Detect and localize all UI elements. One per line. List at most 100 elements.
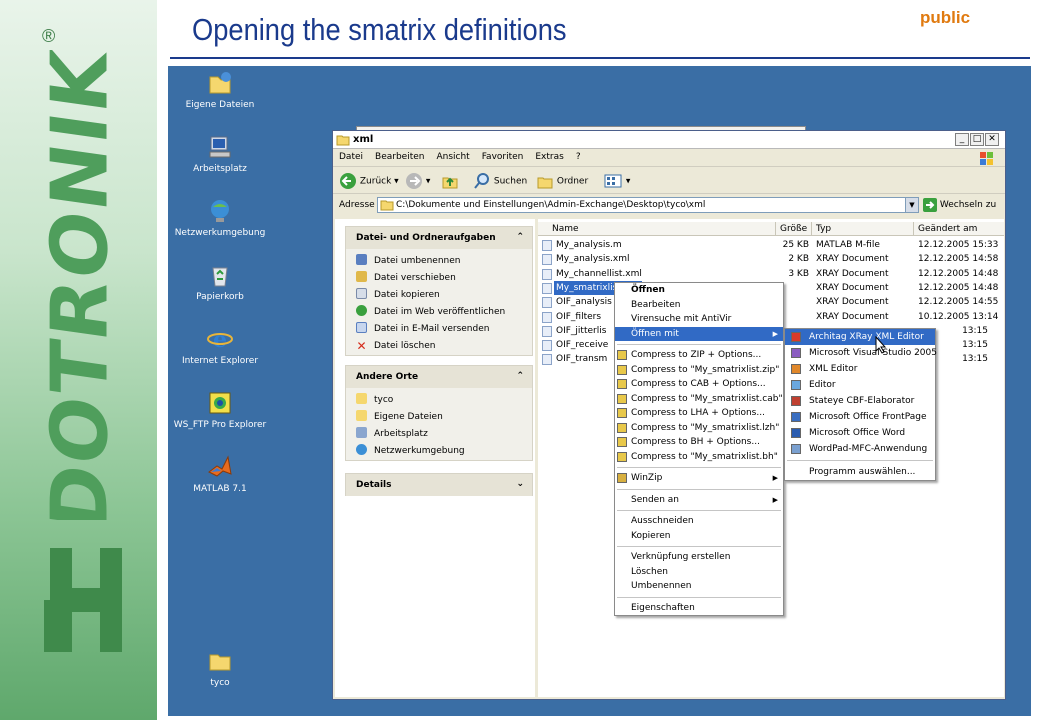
matlab-file-icon [542,240,552,251]
menu-item-label: Eigenschaften [631,602,695,613]
file-row[interactable]: My_channellist.xml 3 KB XRAY Document 12.12… [538,267,1004,281]
up-folder-button[interactable] [441,172,459,190]
menu-item-label: Compress to "My_smatrixlist.cab" [631,393,783,404]
desktop-icon-network[interactable]: Netzwerkumgebung [168,198,275,238]
column-type[interactable]: Typ [812,222,914,236]
column-modified[interactable]: Geändert am [914,222,1004,236]
search-button[interactable]: Suchen [473,172,527,190]
collapse-icon: ⌃ [516,232,524,242]
place-tyco[interactable]: tyco [346,392,532,409]
menu-item[interactable]: Ausschneiden [615,514,783,529]
menu-item[interactable]: WinZip ▶ [615,471,783,486]
file-tasks-header[interactable]: Datei- und Ordneraufgaben ⌃ [346,227,532,249]
folders-button[interactable]: Ordner [536,172,588,190]
task-move[interactable]: Datei verschieben [346,270,532,287]
task-rename[interactable]: Datei umbenennen [346,253,532,270]
menu-item[interactable]: Editor [785,377,935,393]
other-places-header[interactable]: Andere Orte ⌃ [346,366,532,388]
menu-extras[interactable]: Extras [529,149,569,162]
minimize-button[interactable]: _ [955,133,969,146]
desktop-icon-my-documents[interactable]: Eigene Dateien [168,70,275,110]
menu-item[interactable]: Compress to CAB + Options... [615,377,783,392]
menu-item-label: Microsoft Visual Studio 2005 [809,348,937,358]
menu-item-label: Ausschneiden [631,516,694,526]
desktop-icon-tyco[interactable]: tyco [168,648,275,688]
slide-title: Opening the smatrix definitions [192,12,567,47]
menu-item[interactable]: Compress to "My_smatrixlist.lzh" [615,421,783,436]
menu-favoriten[interactable]: Favoriten [476,149,530,162]
frontpage-icon [791,412,801,422]
menu-item[interactable]: Eigenschaften [615,601,783,616]
menu-item[interactable]: Compress to "My_smatrixlist.zip" [615,363,783,378]
menu-item[interactable]: Kopieren [615,529,783,544]
submenu-arrow-icon: ▶ [772,329,778,338]
menu-help[interactable]: ? [570,149,587,162]
column-name[interactable]: Name [538,222,776,236]
menu-item[interactable]: Compress to "My_smatrixlist.bh" [615,450,783,465]
menu-item[interactable]: Umbenennen [615,579,783,594]
place-my-computer[interactable]: Arbeitsplatz [346,426,532,443]
menu-bearbeiten[interactable]: Bearbeiten [369,149,430,162]
menu-item[interactable]: Compress to LHA + Options... [615,406,783,421]
address-input[interactable]: C:\Dokumente und Einstellungen\Admin-Exc… [377,197,919,213]
xml-file-icon [542,254,552,266]
menu-item[interactable]: Öffnen mit ▶ [615,326,783,341]
desktop-icon-label: Internet Explorer [181,356,259,366]
task-publish-web[interactable]: Datei im Web veröffentlichen [346,304,532,321]
maximize-button[interactable]: □ [970,133,984,146]
menu-item[interactable]: Compress to "My_smatrixlist.cab" [615,392,783,407]
menu-item[interactable]: Architag XRay XML Editor [785,329,935,345]
copy-icon [356,288,367,299]
desktop-icon-recycle-bin[interactable]: Papierkorb [168,262,275,302]
menu-item[interactable]: Compress to ZIP + Options... [615,348,783,363]
details-title: Details [356,480,392,490]
menu-item[interactable]: Bearbeiten [615,298,783,313]
task-delete[interactable]: ✕ Datei löschen [346,338,532,355]
xml-file-icon [542,268,552,280]
close-button[interactable]: ✕ [985,133,999,146]
menu-item[interactable]: Senden an ▶ [615,493,783,508]
views-button[interactable]: ▾ [603,172,630,190]
menu-item[interactable]: WordPad-MFC-Anwendung [785,441,935,457]
menu-separator [617,488,781,490]
details-header[interactable]: Details ⌄ [346,474,532,496]
file-modified: 12.12.2005 14:58 [918,254,999,265]
desktop-icon-my-computer[interactable]: Arbeitsplatz [168,134,275,174]
menu-item[interactable]: Stateye CBF-Elaborator [785,393,935,409]
email-icon [356,322,367,333]
menu-item[interactable]: Microsoft Office Word [785,425,935,441]
file-type: XRAY Document [816,268,889,279]
views-icon [604,174,622,188]
file-row[interactable]: My_analysis.m 25 KB MATLAB M-file 12.12.200… [538,238,1004,252]
menu-item[interactable]: Programm auswählen... [785,464,935,480]
folder-icon [336,135,350,146]
address-dropdown-button[interactable]: ▼ [905,198,918,212]
task-copy[interactable]: Datei kopieren [346,287,532,304]
menu-item[interactable]: Löschen [615,565,783,580]
file-modified: 12.12.2005 14:48 [918,268,999,279]
menu-item[interactable]: Microsoft Office FrontPage [785,409,935,425]
desktop-icon-internet-explorer[interactable]: e Internet Explorer [168,326,275,366]
menu-item-label: Compress to CAB + Options... [631,379,766,389]
task-email[interactable]: Datei in E-Mail versenden [346,321,532,338]
place-my-documents[interactable]: Eigene Dateien [346,409,532,426]
desktop-icon-matlab[interactable]: MATLAB 7.1 [168,454,275,494]
menu-item[interactable]: Öffnen [615,283,783,298]
menu-item[interactable]: Compress to BH + Options... [615,435,783,450]
column-size[interactable]: Größe [776,222,812,236]
back-button[interactable]: Zurück ▾ [339,172,399,190]
file-row[interactable]: My_analysis.xml 2 KB XRAY Document 12.12.20… [538,252,1004,266]
go-button[interactable]: Wechseln zu [923,197,996,213]
window-titlebar[interactable]: xml _ □ ✕ [333,131,1005,149]
menu-item[interactable]: Virensuche mit AntiVir [615,312,783,327]
menu-ansicht[interactable]: Ansicht [430,149,475,162]
menu-datei[interactable]: Datei [333,149,369,162]
desktop-icon-ftp[interactable]: WS_FTP Pro Explorer [168,390,275,430]
forward-button[interactable]: ▾ [405,172,430,190]
menu-item[interactable]: Microsoft Visual Studio 2005 [785,345,937,361]
menu-item[interactable]: XML Editor [785,361,935,377]
context-menu: Öffnen Bearbeiten Virensuche mit AntiVir Öf… [614,282,784,616]
place-network[interactable]: Netzwerkumgebung [346,443,532,460]
menu-item[interactable]: Verknüpfung erstellen [615,550,783,565]
file-size: 3 KB [788,268,809,279]
